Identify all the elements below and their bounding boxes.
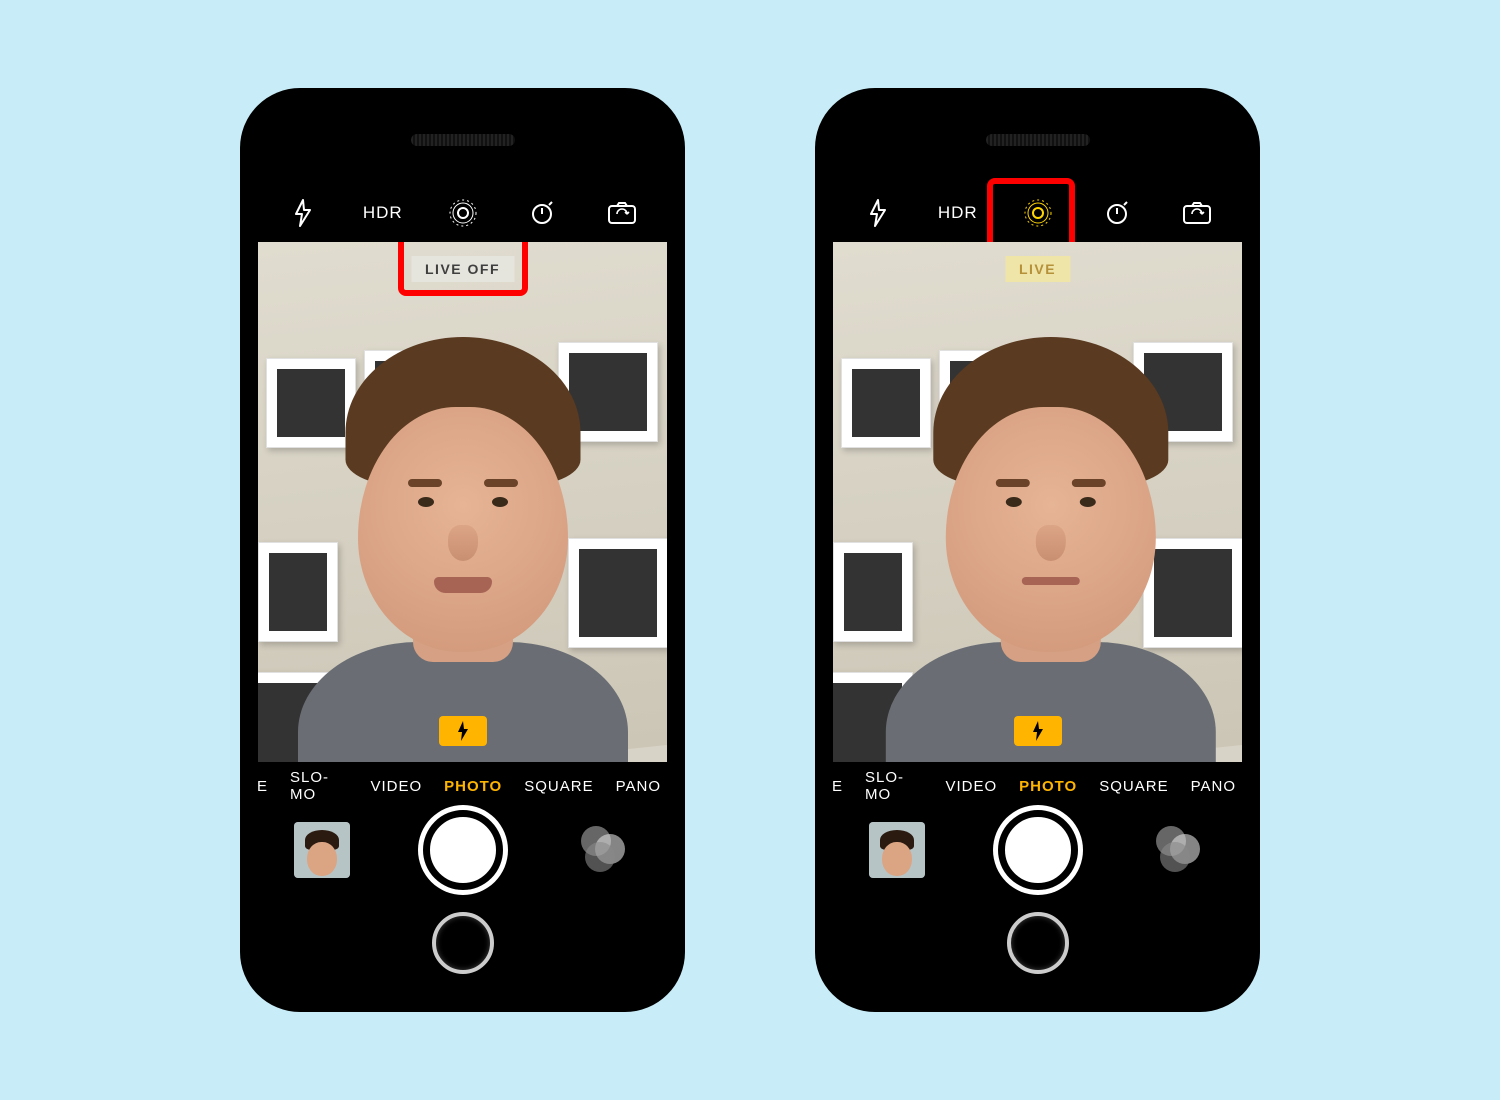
live-photo-status-label: LIVE <box>1005 256 1070 282</box>
iphone-right: HDR <box>815 88 1260 1012</box>
camera-top-toolbar: HDR <box>258 184 667 242</box>
live-photo-button[interactable] <box>440 198 486 228</box>
flash-icon <box>867 199 889 227</box>
camera-screen: HDR <box>833 106 1242 994</box>
flash-icon <box>1031 721 1045 741</box>
flash-warning-badge <box>439 716 487 746</box>
mode-pano[interactable]: PANO <box>1191 778 1236 795</box>
camera-top-toolbar: HDR <box>833 184 1242 242</box>
mode-video[interactable]: VIDEO <box>370 778 422 795</box>
shutter-button[interactable] <box>423 810 503 890</box>
mode-slomo[interactable]: SLO-MO <box>290 769 348 803</box>
camera-viewfinder[interactable]: LIVE <box>833 242 1242 762</box>
hdr-button[interactable]: HDR <box>935 203 981 223</box>
flash-icon <box>292 199 314 227</box>
home-button[interactable] <box>432 912 494 974</box>
timer-button[interactable] <box>1094 200 1140 226</box>
camera-viewfinder[interactable]: LIVE OFF <box>258 242 667 762</box>
flash-button[interactable] <box>855 199 901 227</box>
filters-button[interactable] <box>575 822 631 878</box>
mode-photo[interactable]: PHOTO <box>444 778 502 795</box>
camera-flip-icon <box>607 201 637 225</box>
mode-pano[interactable]: PANO <box>616 778 661 795</box>
camera-mode-selector[interactable]: SE SLO-MO VIDEO PHOTO SQUARE PANO <box>258 762 667 810</box>
live-photo-button[interactable] <box>1015 198 1061 228</box>
annotation-highlight <box>398 242 528 296</box>
camera-flip-icon <box>1182 201 1212 225</box>
mode-square[interactable]: SQUARE <box>524 778 593 795</box>
camera-flip-button[interactable] <box>599 201 645 225</box>
camera-mode-selector[interactable]: SE SLO-MO VIDEO PHOTO SQUARE PANO <box>833 762 1242 810</box>
viewfinder-subject <box>890 382 1210 762</box>
flash-warning-badge <box>1014 716 1062 746</box>
timer-button[interactable] <box>519 200 565 226</box>
mode-timelapse[interactable]: SE <box>833 778 843 795</box>
mode-photo[interactable]: PHOTO <box>1019 778 1077 795</box>
live-photo-icon <box>448 198 478 228</box>
mode-slomo[interactable]: SLO-MO <box>865 769 923 803</box>
home-button[interactable] <box>1007 912 1069 974</box>
last-photo-thumbnail[interactable] <box>294 822 350 878</box>
timer-icon <box>529 200 555 226</box>
mode-timelapse[interactable]: SE <box>258 778 268 795</box>
filters-button[interactable] <box>1150 822 1206 878</box>
last-photo-thumbnail[interactable] <box>869 822 925 878</box>
phone-speaker <box>986 134 1090 146</box>
flash-icon <box>456 721 470 741</box>
timer-icon <box>1104 200 1130 226</box>
camera-flip-button[interactable] <box>1174 201 1220 225</box>
phone-speaker <box>411 134 515 146</box>
flash-button[interactable] <box>280 199 326 227</box>
mode-square[interactable]: SQUARE <box>1099 778 1168 795</box>
hdr-button[interactable]: HDR <box>360 203 406 223</box>
camera-screen: HDR <box>258 106 667 994</box>
mode-video[interactable]: VIDEO <box>945 778 997 795</box>
viewfinder-subject <box>303 382 623 762</box>
shutter-button[interactable] <box>998 810 1078 890</box>
iphone-left: HDR <box>240 88 685 1012</box>
